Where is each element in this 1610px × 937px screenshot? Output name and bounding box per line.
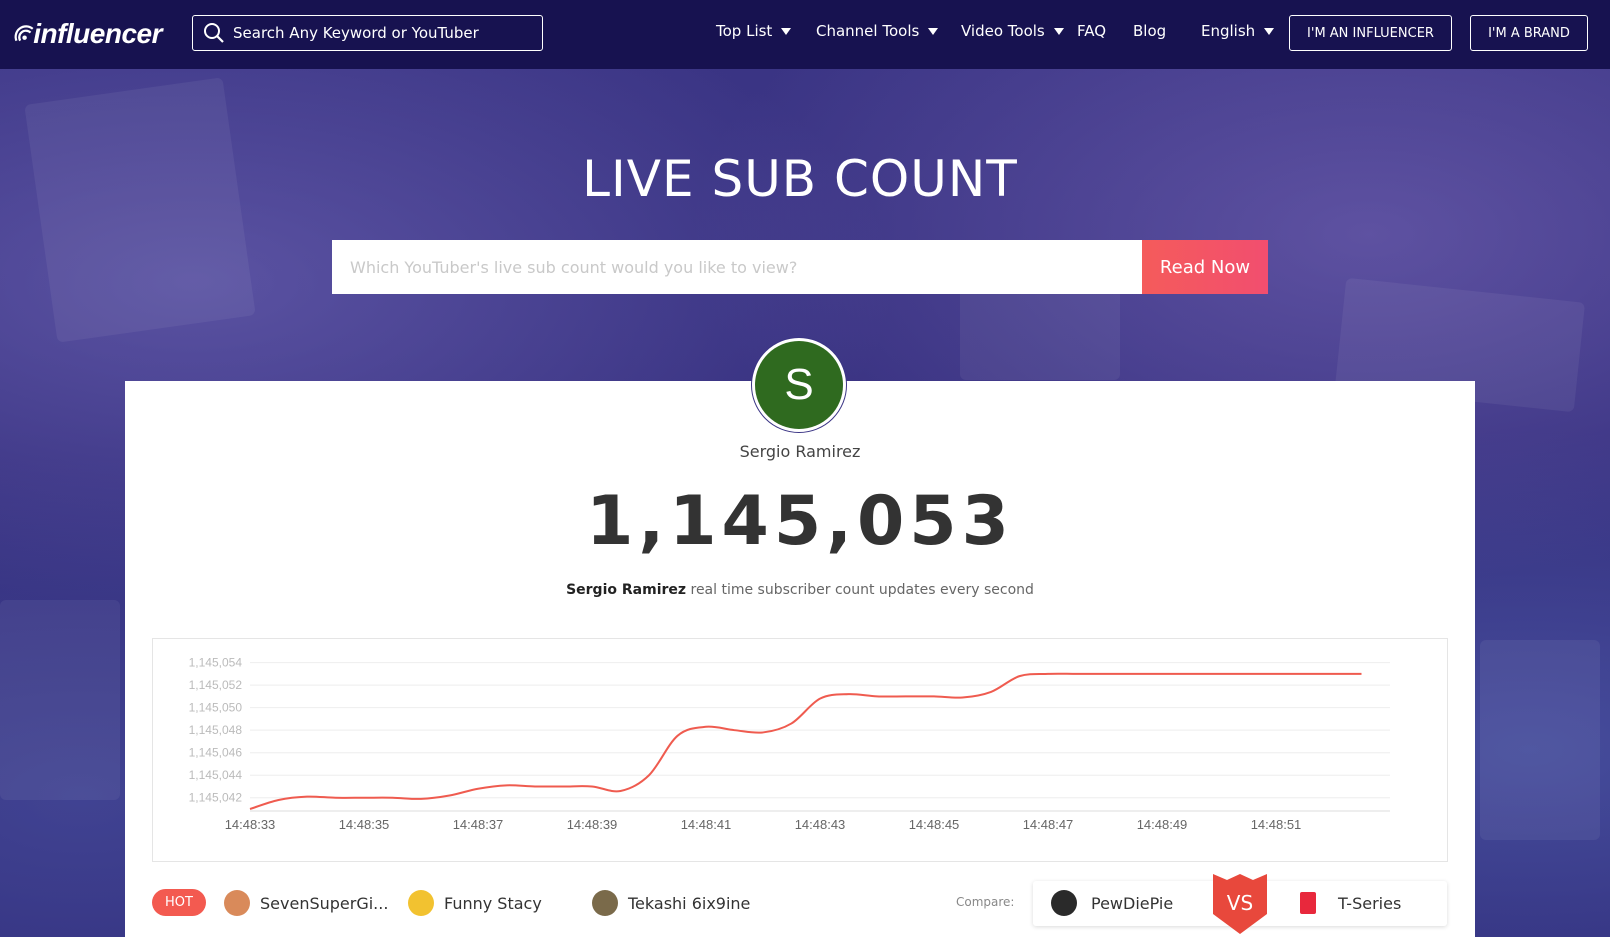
channel-avatar: S: [751, 337, 847, 433]
vs-shield-icon[interactable]: VS: [1213, 874, 1267, 934]
hot-channel-label: Funny Stacy: [444, 893, 542, 913]
x-tick-label: 14:48:39: [567, 817, 618, 832]
x-tick-label: 14:48:37: [453, 817, 504, 832]
pewdiepie-avatar-icon: [1051, 890, 1077, 916]
x-tick-label: 14:48:43: [795, 817, 846, 832]
background-decoration: [0, 600, 120, 800]
description-channel-name: Sergio Ramirez: [566, 582, 687, 598]
hot-channel-item[interactable]: Tekashi 6ix9ine: [592, 889, 750, 917]
nav-blog[interactable]: Blog: [1133, 22, 1166, 40]
subscriber-count: 1,145,053: [586, 482, 1014, 561]
compare-left-channel[interactable]: PewDiePie: [1051, 889, 1173, 917]
subscriber-series-line: [249, 672, 1362, 810]
description-text: real time subscriber count updates every…: [686, 582, 1034, 598]
y-tick-label: 1,145,046: [189, 746, 243, 760]
nav-top-list-label: Top List: [716, 22, 773, 40]
x-tick-label: 14:48:35: [339, 817, 390, 832]
nav-faq-label: FAQ: [1077, 22, 1107, 40]
y-tick-label: 1,145,052: [189, 678, 243, 692]
hot-channel-item[interactable]: Funny Stacy: [408, 889, 542, 917]
hot-channel-label: Tekashi 6ix9ine: [628, 893, 751, 913]
x-tick-label: 14:48:45: [909, 817, 960, 832]
background-decoration: [1480, 640, 1600, 840]
hot-badge: HOT: [152, 889, 206, 916]
language-selector[interactable]: English: [1201, 22, 1275, 40]
influencer-logo[interactable]: influencer: [12, 14, 162, 54]
page-title: LIVE SUB COUNT: [582, 150, 1018, 208]
y-tick-label: 1,145,044: [189, 768, 243, 782]
nav-video-tools[interactable]: Video Tools: [961, 22, 1064, 40]
tseries-logo-icon: [1300, 892, 1316, 914]
channel-avatar-icon: [592, 890, 618, 916]
y-tick-label: 1,145,048: [189, 723, 243, 737]
nav-channel-tools[interactable]: Channel Tools: [816, 22, 939, 40]
avatar-letter: S: [755, 341, 843, 429]
y-tick-label: 1,145,050: [189, 701, 243, 715]
channel-avatar-icon: [224, 890, 250, 916]
nav-search-box[interactable]: [192, 15, 543, 51]
subscriber-chart: 1,145,042 1,145,044 1,145,046 1,145,048 1,14…: [152, 638, 1448, 862]
nav-search-input[interactable]: [233, 24, 533, 42]
nav-channel-tools-label: Channel Tools: [816, 22, 920, 40]
nav-top-list[interactable]: Top List: [716, 22, 792, 40]
compare-label: Compare:: [956, 895, 1015, 909]
caret-down-icon: [1053, 27, 1064, 35]
hot-channel-label: SevenSuperGi...: [260, 893, 389, 913]
compare-left-label: PewDiePie: [1091, 893, 1174, 913]
channel-avatar-icon: [408, 890, 434, 916]
subscriber-line-chart: 1,145,042 1,145,044 1,145,046 1,145,048 1,14…: [189, 656, 1390, 832]
y-tick-label: 1,145,054: [189, 656, 243, 670]
x-tick-label: 14:48:51: [1251, 817, 1302, 832]
search-icon: [204, 23, 224, 43]
brand-button[interactable]: I'M A BRAND: [1470, 15, 1588, 51]
x-tick-label: 14:48:41: [681, 817, 732, 832]
read-now-button[interactable]: Read Now: [1142, 240, 1268, 294]
background-decoration: [960, 280, 1120, 380]
x-tick-label: 14:48:47: [1023, 817, 1074, 832]
nav-blog-label: Blog: [1133, 22, 1167, 40]
sub-count-search: Read Now: [332, 240, 1268, 294]
language-label: English: [1201, 22, 1256, 40]
logo-text: influencer: [33, 18, 162, 49]
youtuber-search-input[interactable]: [332, 240, 1142, 294]
caret-down-icon: [928, 27, 939, 35]
broadcast-icon: [14, 25, 34, 42]
subscriber-count-description: Sergio Ramirez real time subscriber coun…: [0, 582, 1600, 598]
compare-right-label: T-Series: [1338, 893, 1402, 913]
caret-down-icon: [781, 27, 792, 35]
background-decoration: [24, 77, 256, 343]
x-tick-label: 14:48:49: [1137, 817, 1188, 832]
caret-down-icon: [1264, 27, 1275, 35]
y-tick-label: 1,145,042: [189, 791, 243, 805]
top-navigation-bar: influencer Top List Channel Tools Video …: [0, 0, 1610, 69]
compare-right-channel[interactable]: T-Series: [1300, 889, 1401, 917]
hot-channel-item[interactable]: SevenSuperGi...: [224, 889, 388, 917]
channel-name: Sergio Ramirez: [739, 442, 861, 461]
x-tick-label: 14:48:33: [225, 817, 276, 832]
nav-video-tools-label: Video Tools: [961, 22, 1045, 40]
nav-faq[interactable]: FAQ: [1077, 22, 1106, 40]
vs-label: VS: [1227, 891, 1253, 915]
influencer-button[interactable]: I'M AN INFLUENCER: [1289, 15, 1452, 51]
